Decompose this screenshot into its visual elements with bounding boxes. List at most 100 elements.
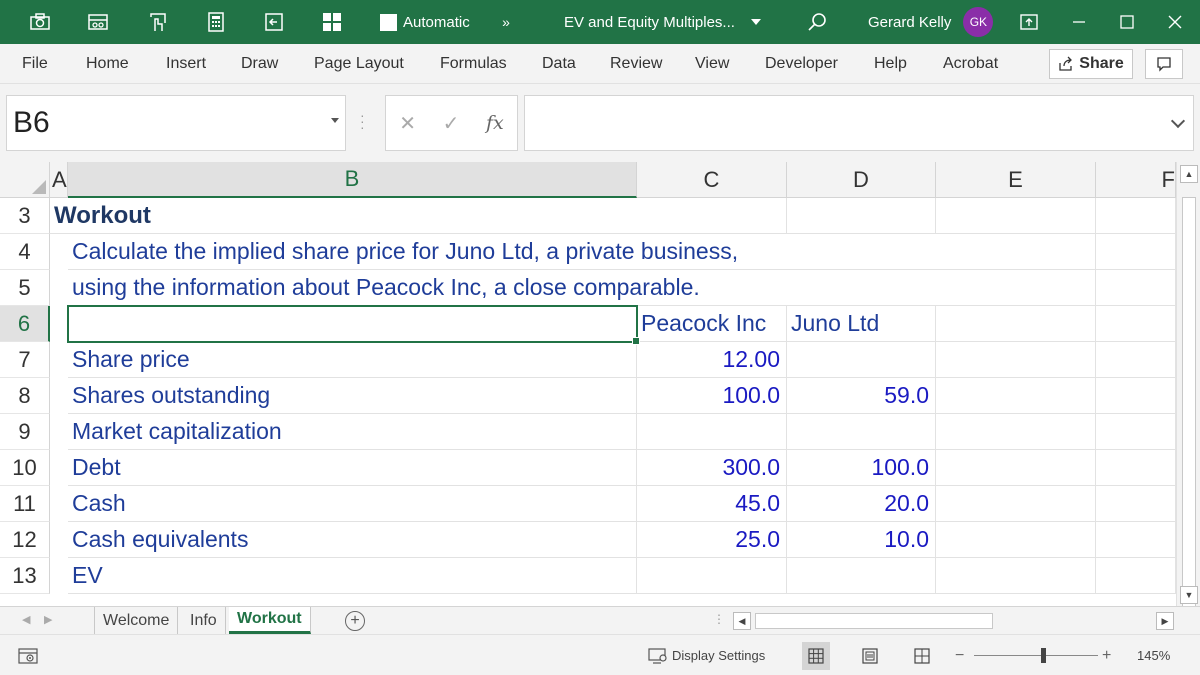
column-header-d[interactable]: D — [787, 162, 936, 198]
cell-f8[interactable] — [1096, 378, 1176, 414]
zoom-slider-thumb[interactable] — [1041, 648, 1046, 663]
scroll-down-icon[interactable]: ▼ — [1180, 586, 1198, 604]
insert-function-icon[interactable]: fx — [486, 112, 504, 134]
sheet-tab-welcome[interactable]: Welcome — [94, 607, 179, 634]
cell-f9[interactable] — [1096, 414, 1176, 450]
macro-recorder-icon[interactable] — [18, 635, 38, 675]
tab-home[interactable]: Home — [86, 44, 129, 84]
maximize-icon[interactable] — [1116, 0, 1138, 44]
row-header-3[interactable]: 3 — [0, 198, 50, 234]
cell-e12[interactable] — [936, 522, 1096, 558]
share-button[interactable]: Share — [1049, 49, 1133, 79]
tab-acrobat[interactable]: Acrobat — [943, 44, 998, 84]
cell-e4[interactable] — [936, 234, 1096, 270]
column-header-c[interactable]: C — [637, 162, 787, 198]
cell-f3[interactable] — [1096, 198, 1176, 234]
vertical-scroll-thumb[interactable] — [1182, 197, 1196, 607]
cell-e13[interactable] — [936, 558, 1096, 594]
tab-page-layout[interactable]: Page Layout — [314, 44, 404, 84]
row-header-11[interactable]: 11 — [0, 486, 50, 522]
column-header-a[interactable]: A — [50, 162, 68, 198]
calculator-icon[interactable] — [202, 0, 230, 44]
cell-c13-value[interactable] — [637, 558, 787, 594]
chevron-down-icon[interactable] — [331, 118, 339, 123]
check-icon[interactable]: ✓ — [443, 111, 460, 136]
row-header-13[interactable]: 13 — [0, 558, 50, 594]
cell-e11[interactable] — [936, 486, 1096, 522]
cell-b11-label[interactable]: Cash — [68, 486, 637, 522]
expand-formula-icon[interactable] — [1170, 113, 1186, 129]
cell-b7-label[interactable]: Share price — [68, 342, 637, 378]
tab-review[interactable]: Review — [610, 44, 662, 84]
back-arrow-icon[interactable] — [260, 0, 288, 44]
cell-f12[interactable] — [1096, 522, 1176, 558]
cell-c9-value[interactable] — [637, 414, 787, 450]
sheet-next-icon[interactable]: ▶ — [44, 613, 52, 626]
search-icon[interactable] — [806, 0, 828, 44]
horizontal-scrollbar[interactable]: ◀ ▶ — [733, 612, 1176, 630]
scroll-up-icon[interactable]: ▲ — [1180, 165, 1198, 183]
cell-f7[interactable] — [1096, 342, 1176, 378]
cell-d10-value[interactable]: 100.0 — [787, 450, 936, 486]
tab-data[interactable]: Data — [542, 44, 576, 84]
tab-draw[interactable]: Draw — [241, 44, 278, 84]
cell-e5[interactable] — [936, 270, 1096, 306]
scroll-left-icon[interactable]: ◀ — [733, 612, 751, 630]
row-header-10[interactable]: 10 — [0, 450, 50, 486]
formula-input[interactable] — [524, 95, 1194, 151]
cell-b5-instruction[interactable]: using the information about Peacock Inc,… — [68, 270, 936, 306]
cell-e10[interactable] — [936, 450, 1096, 486]
cell-b9-label[interactable]: Market capitalization — [68, 414, 637, 450]
layout-grid-icon[interactable] — [318, 0, 346, 44]
cell-f10[interactable] — [1096, 450, 1176, 486]
sheet-tab-info[interactable]: Info — [182, 607, 226, 634]
cell-d11-value[interactable]: 20.0 — [787, 486, 936, 522]
cell-d13-value[interactable] — [787, 558, 936, 594]
zoom-slider-track[interactable] — [974, 655, 1098, 656]
sheet-tab-workout[interactable]: Workout — [229, 607, 311, 634]
cell-c8-value[interactable]: 100.0 — [637, 378, 787, 414]
cell-f6[interactable] — [1096, 306, 1176, 342]
cell-c11-value[interactable]: 45.0 — [637, 486, 787, 522]
cell-b12-label[interactable]: Cash equivalents — [68, 522, 637, 558]
cell-c3[interactable] — [637, 198, 787, 234]
cell-c6-header[interactable]: Peacock Inc — [637, 306, 787, 342]
row-header-4[interactable]: 4 — [0, 234, 50, 270]
cell-f5[interactable] — [1096, 270, 1176, 306]
cell-f11[interactable] — [1096, 486, 1176, 522]
scroll-right-icon[interactable]: ▶ — [1156, 612, 1174, 630]
cell-a3-title[interactable]: Workout — [50, 198, 637, 234]
camera-icon[interactable] — [26, 0, 54, 44]
tab-view[interactable]: View — [695, 44, 729, 84]
cell-d3[interactable] — [787, 198, 936, 234]
display-settings-button[interactable]: Display Settings — [648, 635, 765, 675]
cell-b8-label[interactable]: Shares outstanding — [68, 378, 637, 414]
autosave-checkbox[interactable] — [380, 13, 397, 31]
add-sheet-icon[interactable]: + — [345, 611, 365, 631]
tab-formulas[interactable]: Formulas — [440, 44, 507, 84]
cell-b13-label[interactable]: EV — [68, 558, 637, 594]
normal-view-button[interactable] — [802, 635, 830, 675]
tab-insert[interactable]: Insert — [166, 44, 206, 84]
touch-mode-icon[interactable] — [144, 0, 172, 44]
column-header-f[interactable]: F — [1096, 162, 1176, 198]
column-header-e[interactable]: E — [936, 162, 1096, 198]
cell-d7-value[interactable] — [787, 342, 936, 378]
drag-handle-icon[interactable]: · · · — [360, 108, 365, 134]
name-box[interactable]: B6 — [6, 95, 346, 151]
ribbon-display-icon[interactable] — [1018, 0, 1040, 44]
cell-d12-value[interactable]: 10.0 — [787, 522, 936, 558]
close-icon[interactable] — [1164, 0, 1186, 44]
qat-overflow-icon[interactable]: » — [498, 0, 514, 44]
read-mode-icon[interactable] — [84, 0, 112, 44]
cell-e6[interactable] — [936, 306, 1096, 342]
row-header-8[interactable]: 8 — [0, 378, 50, 414]
tab-splitter-handle[interactable]: ⋮ — [713, 612, 725, 626]
cell-e8[interactable] — [936, 378, 1096, 414]
cell-c10-value[interactable]: 300.0 — [637, 450, 787, 486]
cell-c7-value[interactable]: 12.00 — [637, 342, 787, 378]
zoom-in-icon[interactable]: + — [1102, 635, 1111, 675]
cell-b4-instruction[interactable]: Calculate the implied share price for Ju… — [68, 234, 936, 270]
cell-d8-value[interactable]: 59.0 — [787, 378, 936, 414]
column-header-b[interactable]: B — [68, 162, 637, 198]
